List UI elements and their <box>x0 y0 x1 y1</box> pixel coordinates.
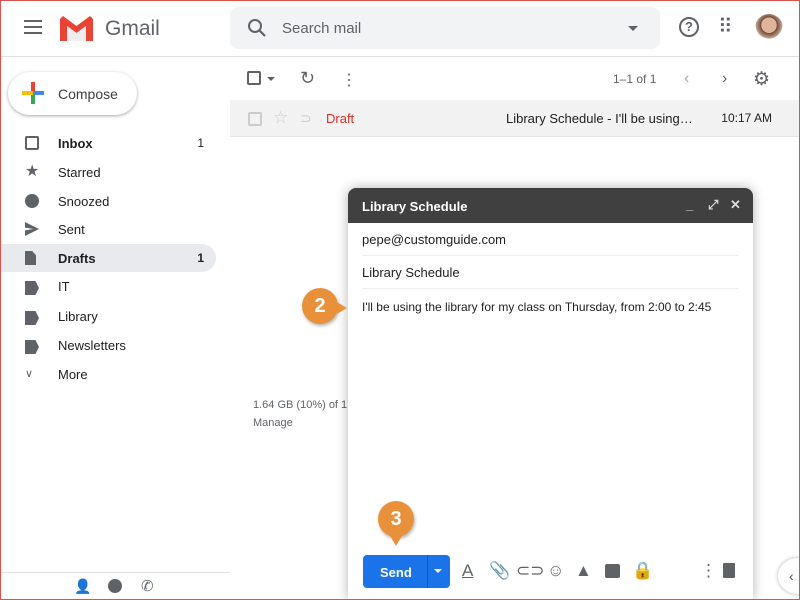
star-icon[interactable]: ☆ <box>273 108 288 128</box>
subject-snippet: Library Schedule - I'll be using… <box>506 111 693 126</box>
to-field[interactable]: pepe@customguide.com <box>362 223 738 256</box>
sidebar-item-label: Snoozed <box>58 194 110 209</box>
label-icon <box>25 311 39 325</box>
search-placeholder: Search mail <box>282 20 362 37</box>
photo-icon[interactable] <box>605 564 620 578</box>
message-body[interactable]: I'll be using the library for my class o… <box>362 300 711 314</box>
sidebar-item-library[interactable]: Library <box>0 302 216 330</box>
emoji-icon[interactable]: ☺ <box>547 561 564 581</box>
send-label: Send <box>380 565 412 580</box>
search-input[interactable]: Search mail <box>230 7 660 49</box>
send-button[interactable]: Send <box>363 555 450 588</box>
main-menu-icon[interactable] <box>24 20 42 34</box>
step-callout-3: 3 <box>378 501 414 537</box>
formatting-icon[interactable]: A <box>462 561 473 581</box>
refresh-icon[interactable]: ↻ <box>300 68 315 89</box>
search-icon[interactable] <box>247 18 267 38</box>
gmail-logo-icon <box>60 16 93 41</box>
compose-label: Compose <box>58 86 118 102</box>
contacts-icon[interactable]: 👤 <box>74 578 91 595</box>
link-icon[interactable]: ⊂⊃ <box>516 561 545 581</box>
top-bar: Gmail Search mail ? ⠿ <box>0 0 800 57</box>
compose-header[interactable]: Library Schedule _ ⤢ ✕ <box>348 188 753 223</box>
side-panel-toggle-icon[interactable]: ‹ <box>778 558 800 594</box>
chevron-down-icon: ∨ <box>25 368 34 380</box>
confidential-mode-icon[interactable]: 🔒 <box>632 561 653 581</box>
compose-button[interactable]: Compose <box>8 72 137 115</box>
sidebar-item-starred[interactable]: ★ Starred <box>0 158 216 186</box>
attach-icon[interactable]: 📎 <box>489 561 510 581</box>
sidebar-item-label: Library <box>58 309 98 324</box>
app-name: Gmail <box>105 17 160 40</box>
sidebar-item-label: Newsletters <box>58 338 126 353</box>
pagination-text: 1–1 of 1 <box>613 72 657 86</box>
sidebar-item-label: Sent <box>58 222 85 237</box>
label-icon <box>25 281 39 295</box>
subject-field[interactable]: Library Schedule <box>362 256 738 289</box>
send-options-icon[interactable] <box>434 569 442 577</box>
sidebar-item-label: Inbox <box>58 136 93 151</box>
hangouts-bar: 👤 ✆ <box>0 572 230 600</box>
sender: Draft <box>326 111 355 126</box>
sidebar-item-label: IT <box>58 279 70 294</box>
compose-window: Library Schedule _ ⤢ ✕ pepe@customguide.… <box>348 188 753 600</box>
timestamp: 10:17 AM <box>721 111 772 125</box>
drive-icon[interactable]: ▲ <box>575 561 592 581</box>
next-page-icon[interactable]: › <box>722 70 727 88</box>
select-all-checkbox[interactable] <box>247 71 261 85</box>
storage-usage: 1.64 GB (10%) of 1 <box>253 399 348 411</box>
settings-gear-icon[interactable]: ⚙ <box>753 68 770 91</box>
phone-icon[interactable]: ✆ <box>141 577 154 595</box>
select-dropdown-icon[interactable] <box>267 77 275 85</box>
row-checkbox[interactable] <box>248 112 262 126</box>
inbox-icon <box>25 136 39 150</box>
clock-icon <box>25 194 39 208</box>
manage-storage-link[interactable]: Manage <box>253 417 293 429</box>
label-icon <box>25 340 39 354</box>
sidebar-item-label: Starred <box>58 165 101 180</box>
sidebar-item-label: Drafts <box>58 251 96 266</box>
sidebar-item-newsletters[interactable]: Newsletters <box>0 331 216 359</box>
avatar[interactable] <box>755 14 783 42</box>
previous-page-icon[interactable]: ‹ <box>684 70 689 88</box>
send-icon <box>25 222 39 236</box>
sidebar-item-count: 1 <box>197 136 204 150</box>
sidebar-item-drafts[interactable]: Drafts 1 <box>0 244 216 272</box>
sidebar-item-it[interactable]: IT <box>0 272 216 300</box>
sidebar-item-inbox[interactable]: Inbox 1 <box>0 129 216 157</box>
sidebar-item-snoozed[interactable]: Snoozed <box>0 187 216 215</box>
hangouts-icon[interactable] <box>108 579 122 593</box>
sidebar-item-count: 1 <box>197 251 204 265</box>
compose-title: Library Schedule <box>362 199 468 214</box>
sidebar-item-label: More <box>58 367 88 382</box>
table-row[interactable]: ☆ ⊃ Draft Library Schedule - I'll be usi… <box>230 100 800 137</box>
help-icon[interactable]: ? <box>679 17 699 37</box>
apps-grid-icon[interactable]: ⠿ <box>718 14 733 39</box>
sidebar-item-sent[interactable]: Sent <box>0 215 216 243</box>
more-options-icon[interactable]: ⋮ <box>700 561 717 581</box>
callout-pointer <box>335 301 354 315</box>
fullscreen-icon[interactable]: ⤢ <box>708 197 718 213</box>
draft-icon <box>25 251 36 265</box>
more-options-icon[interactable]: ⋮ <box>341 70 357 90</box>
close-icon[interactable]: ✕ <box>730 197 741 213</box>
important-marker-icon[interactable]: ⊃ <box>300 110 312 127</box>
minimize-icon[interactable]: _ <box>686 197 693 212</box>
star-icon: ★ <box>25 163 40 180</box>
sidebar-item-more[interactable]: ∨ More <box>0 360 216 388</box>
callout-pointer <box>389 534 403 553</box>
step-callout-2: 2 <box>302 288 338 324</box>
search-options-icon[interactable] <box>628 26 638 36</box>
discard-draft-icon[interactable] <box>723 563 735 578</box>
send-divider <box>427 555 428 588</box>
plus-icon <box>22 82 44 104</box>
